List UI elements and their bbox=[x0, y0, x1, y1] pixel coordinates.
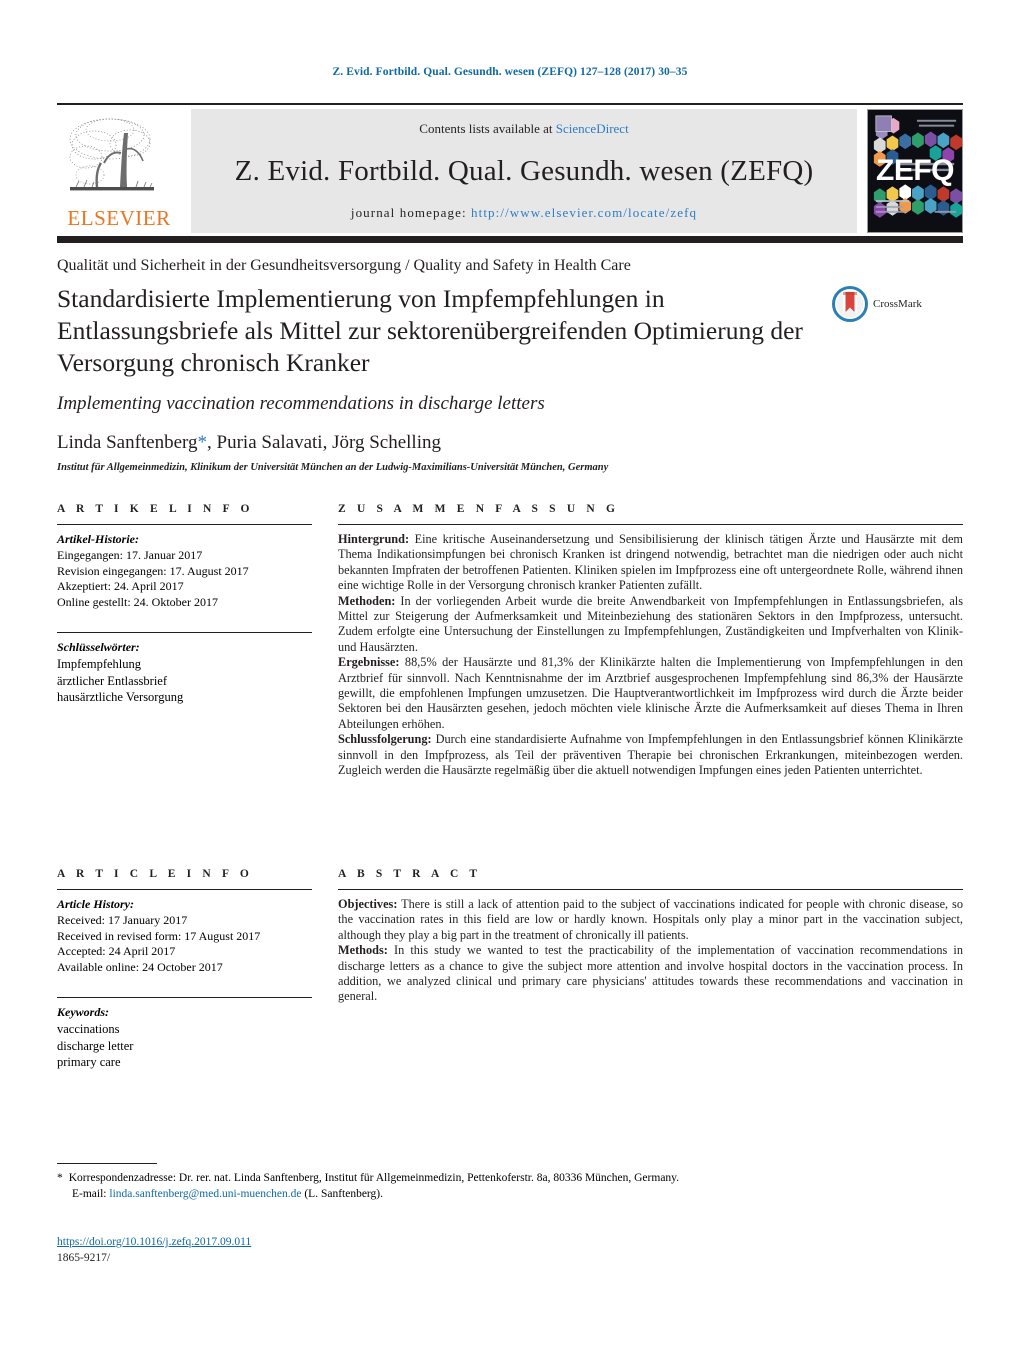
german-abstract-label: Schlussfolgerung: bbox=[338, 732, 432, 747]
contents-list-line: Contents lists available at ScienceDirec… bbox=[419, 121, 628, 137]
german-abstract-label: Ergebnisse: bbox=[338, 655, 400, 670]
footnote-rule bbox=[57, 1163, 157, 1164]
german-history-item: Revision eingegangen: 17. August 2017 bbox=[57, 563, 249, 578]
cover-zefq-wordmark: ZEFQ bbox=[876, 154, 955, 187]
german-abstract-text: In der vorliegenden Arbeit wurde die bre… bbox=[338, 593, 963, 654]
english-history-item: Accepted: 24 April 2017 bbox=[57, 944, 176, 958]
german-article-info: A R T I K E L I N F O Artikel-Historie: … bbox=[57, 503, 312, 706]
english-info-rule-2 bbox=[57, 997, 312, 998]
german-info-rule-1 bbox=[57, 524, 312, 525]
german-abstract-heading: Z U S A M M E N F A S S U N G bbox=[338, 503, 620, 515]
english-abstract-text: There is still a lack of attention paid … bbox=[338, 897, 963, 942]
author-list: Linda Sanftenberg*, Puria Salavati, Jörg… bbox=[57, 432, 817, 454]
english-keyword-item: vaccinations bbox=[57, 1022, 120, 1036]
german-abstract-text: Durch eine standardisierte Aufnahme von … bbox=[338, 732, 963, 778]
journal-cover-thumbnail[interactable]: ZEFQ bbox=[867, 109, 963, 233]
english-history-label: Article History: bbox=[57, 897, 134, 911]
german-abstract-paragraph: Schlussfolgerung: Durch eine standardisi… bbox=[338, 732, 963, 778]
english-keyword-item: discharge letter bbox=[57, 1038, 134, 1053]
footnote-address: Korrespondenzadresse: Dr. rer. nat. Lind… bbox=[68, 1172, 680, 1184]
english-keywords-label: Keywords: bbox=[57, 1005, 109, 1019]
german-abstract-label: Hintergrund: bbox=[338, 532, 410, 546]
masthead-dark-separator bbox=[57, 236, 963, 243]
article-subtitle: Implementing vaccination recommendations… bbox=[57, 393, 545, 414]
elsevier-logo: ELSEVIER bbox=[57, 109, 181, 233]
section-kicker: Qualität und Sicherheit in der Gesundhei… bbox=[57, 257, 631, 274]
english-history-item: Received: 17 January 2017 bbox=[57, 913, 188, 927]
german-abstract-text: Eine kritische Auseinandersetzung und Se… bbox=[338, 532, 963, 593]
crossmark-label: CrossMark bbox=[873, 298, 922, 310]
correspondence-footnote: * Korrespondenzadresse: Dr. rer. nat. Lin… bbox=[57, 1170, 817, 1202]
footnote-email-line: E-mail: linda.sanftenberg@med.uni-muench… bbox=[57, 1186, 817, 1202]
german-abstract-label: Methoden: bbox=[338, 593, 396, 608]
english-abstract-paragraph: Objectives: There is still a lack of att… bbox=[338, 897, 963, 943]
journal-homepage-line: journal homepage: http://www.elsevier.co… bbox=[351, 205, 697, 221]
english-abstract-label: Methods: bbox=[338, 943, 388, 958]
journal-title: Z. Evid. Fortbild. Qual. Gesundh. wesen … bbox=[234, 154, 814, 187]
email-owner: (L. Sanftenberg). bbox=[301, 1188, 384, 1200]
authors-remaining: , Puria Salavati, Jörg Schelling bbox=[207, 432, 441, 453]
german-info-rule-2 bbox=[57, 632, 312, 633]
contents-prefix: Contents lists available at bbox=[419, 121, 556, 136]
page-title: Standardisierte Implementierung von Impf… bbox=[57, 284, 803, 377]
journal-band: Contents lists available at ScienceDirec… bbox=[191, 109, 857, 233]
german-history-label: Artikel-Historie: bbox=[57, 532, 139, 546]
german-abstract-paragraph: Hintergrund: Eine kritische Auseinanders… bbox=[338, 532, 963, 594]
elsevier-tree-icon bbox=[69, 118, 154, 191]
article-first-page: Z. Evid. Fortbild. Qual. Gesundh. wesen … bbox=[0, 0, 1020, 1351]
homepage-prefix: journal homepage: bbox=[350, 205, 472, 220]
german-abstract-paragraph: Ergebnisse: 88,5% der Hausärzte und 81,3… bbox=[338, 655, 963, 732]
english-info-rule-1 bbox=[57, 889, 312, 890]
issn-text: 1865-9217/ bbox=[57, 1252, 111, 1264]
english-history-item: Available online: 24 October 2017 bbox=[57, 959, 223, 974]
english-abstract: A B S T R A C T Objectives: There is sti… bbox=[338, 868, 963, 1005]
footnote-marker: * bbox=[57, 1172, 63, 1184]
german-abstract-text: 88,5% der Hausärzte und 81,3% der Klinik… bbox=[338, 655, 963, 731]
crossmark-badge[interactable]: CrossMark bbox=[832, 286, 922, 322]
doi-block: https://doi.org/10.1016/j.zefq.2017.09.0… bbox=[57, 1234, 251, 1266]
elsevier-wordmark: ELSEVIER bbox=[67, 206, 171, 230]
affiliation: Institut für Allgemeinmedizin, Klinikum … bbox=[57, 462, 609, 473]
english-info-heading: A R T I C L E I N F O bbox=[57, 868, 253, 880]
email-link[interactable]: linda.sanftenberg@med.uni-muenchen.de bbox=[109, 1188, 301, 1200]
title-block: Standardisierte Implementierung von Impf… bbox=[57, 283, 817, 473]
german-abstract: Z U S A M M E N F A S S U N G Hintergrun… bbox=[338, 503, 963, 779]
german-abstract-rule bbox=[338, 524, 963, 525]
english-abstract-paragraph: Methods: In this study we wanted to test… bbox=[338, 943, 963, 1005]
journal-masthead: ELSEVIER Contents lists available at Sci… bbox=[57, 103, 963, 233]
german-history-item: Online gestellt: 24. Oktober 2017 bbox=[57, 594, 218, 609]
masthead-top-rule bbox=[57, 103, 963, 105]
german-keyword-item: ärztlicher Entlassbrief bbox=[57, 673, 168, 688]
homepage-url-link[interactable]: http://www.elsevier.com/locate/zefq bbox=[471, 205, 697, 220]
author-first: Linda Sanftenberg bbox=[57, 432, 198, 453]
doi-link[interactable]: https://doi.org/10.1016/j.zefq.2017.09.0… bbox=[57, 1234, 251, 1250]
crossmark-icon bbox=[832, 286, 868, 322]
english-abstract-label: Objectives: bbox=[338, 897, 398, 911]
sciencedirect-link[interactable]: ScienceDirect bbox=[556, 121, 629, 136]
english-abstract-heading: A B S T R A C T bbox=[338, 868, 482, 880]
running-head: Z. Evid. Fortbild. Qual. Gesundh. wesen … bbox=[332, 66, 688, 78]
german-abstract-paragraph: Methoden: In der vorliegenden Arbeit wur… bbox=[338, 594, 963, 656]
english-keyword-item: primary care bbox=[57, 1055, 121, 1069]
german-keyword-item: hausärztliche Versorgung bbox=[57, 690, 184, 704]
german-history-item: Akzeptiert: 24. April 2017 bbox=[57, 579, 184, 593]
german-info-heading: A R T I K E L I N F O bbox=[57, 503, 254, 515]
english-abstract-text: In this study we wanted to test the prac… bbox=[338, 943, 963, 1004]
english-abstract-rule bbox=[338, 889, 963, 890]
english-article-info: A R T I C L E I N F O Article History: R… bbox=[57, 868, 312, 1071]
corresponding-author-marker[interactable]: * bbox=[198, 432, 208, 453]
english-history-item: Received in revised form: 17 August 2017 bbox=[57, 928, 261, 943]
email-label: E-mail: bbox=[72, 1188, 110, 1200]
german-keyword-item: Impfempfehlung bbox=[57, 657, 142, 671]
german-keywords-label: Schlüsselwörter: bbox=[57, 640, 140, 654]
german-history-item: Eingegangen: 17. Januar 2017 bbox=[57, 548, 203, 562]
